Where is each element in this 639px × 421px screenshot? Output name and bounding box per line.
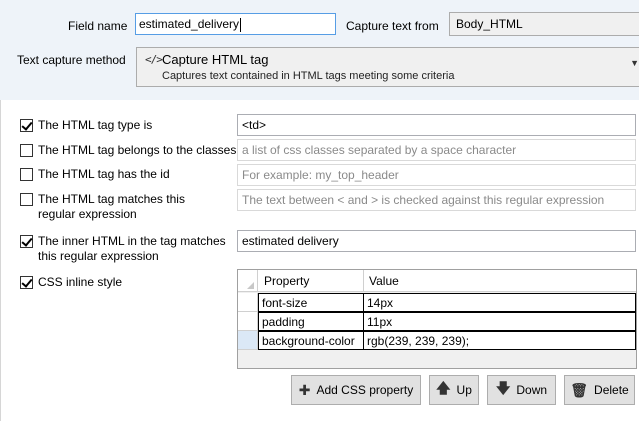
add-css-property-button[interactable]: ✚ Add CSS property <box>291 375 421 405</box>
delete-button[interactable]: 🗑 Delete <box>564 375 635 405</box>
inner-html-input[interactable]: estimated delivery <box>237 230 636 252</box>
up-button[interactable]: 🡅 Up <box>429 375 479 405</box>
css-properties-grid[interactable]: Property Value font-size 14px padding 11… <box>237 269 637 369</box>
tag-type-input[interactable]: <td> <box>237 114 636 136</box>
criterion-css-style[interactable]: CSS inline style <box>20 275 122 290</box>
id-input[interactable]: For example: my_top_header <box>237 164 636 186</box>
tag-regex-label: The HTML tag matches this regular express… <box>38 192 185 221</box>
left-divider <box>0 100 1 421</box>
capture-method-select[interactable]: </> Capture HTML tag Captures text conta… <box>136 47 639 87</box>
method-subtitle: Captures text contained in HTML tags mee… <box>162 70 455 82</box>
field-name-label: Field name <box>68 19 128 33</box>
criterion-inner-html[interactable]: The inner HTML in the tag matches this re… <box>20 234 226 264</box>
css-style-checkbox[interactable] <box>20 276 33 289</box>
row-header[interactable] <box>238 293 258 312</box>
chevron-down-icon: ▼ <box>630 58 639 68</box>
css-style-label: CSS inline style <box>38 275 123 289</box>
table-row[interactable]: padding 11px <box>238 312 636 331</box>
value-cell[interactable]: 14px <box>363 293 636 312</box>
tag-type-label: The HTML tag type is <box>38 118 153 132</box>
tag-type-checkbox[interactable] <box>20 119 33 132</box>
inner-html-label: The inner HTML in the tag matches this re… <box>38 234 226 263</box>
value-cell[interactable]: 11px <box>363 312 636 331</box>
arrow-up-icon: 🡅 <box>436 380 451 396</box>
text-caret <box>240 17 242 32</box>
criterion-id[interactable]: The HTML tag has the id <box>20 167 170 182</box>
property-cell[interactable]: font-size <box>258 293 364 312</box>
tag-regex-input[interactable]: The text between < and > is checked agai… <box>237 189 636 211</box>
value-column-header[interactable]: Value <box>364 270 636 292</box>
id-checkbox[interactable] <box>20 168 33 181</box>
classes-input[interactable]: a list of css classes separated by a spa… <box>237 139 636 161</box>
table-row[interactable]: background-color rgb(239, 239, 239); <box>238 331 636 350</box>
inner-html-checkbox[interactable] <box>20 235 33 248</box>
method-title: Capture HTML tag <box>162 52 269 67</box>
down-button[interactable]: 🡇 Down <box>487 375 556 405</box>
trash-icon: 🗑 <box>570 381 589 398</box>
arrow-down-icon: 🡇 <box>495 380 511 396</box>
id-label: The HTML tag has the id <box>38 167 170 181</box>
criterion-tag-type[interactable]: The HTML tag type is <box>20 118 152 133</box>
row-header[interactable] <box>238 312 258 331</box>
table-row[interactable]: font-size 14px <box>238 293 636 312</box>
criterion-tag-regex[interactable]: The HTML tag matches this regular express… <box>20 192 185 222</box>
property-cell[interactable]: background-color <box>258 331 364 350</box>
property-column-header[interactable]: Property <box>259 270 364 292</box>
value-cell[interactable]: rgb(239, 239, 239); <box>363 331 636 350</box>
capture-from-select[interactable]: Body_HTML <box>449 12 639 36</box>
classes-checkbox[interactable] <box>20 144 33 157</box>
grid-header: Property Value <box>238 270 636 292</box>
row-header[interactable] <box>238 331 258 350</box>
field-name-input[interactable]: estimated_delivery <box>135 13 336 35</box>
plus-icon: ✚ <box>298 381 311 398</box>
criterion-classes[interactable]: The HTML tag belongs to the classes <box>20 143 236 158</box>
method-label: Text capture method <box>17 53 126 67</box>
classes-label: The HTML tag belongs to the classes <box>38 143 237 157</box>
code-icon: </> <box>145 53 163 66</box>
grid-corner[interactable] <box>238 270 258 292</box>
property-cell[interactable]: padding <box>258 312 364 331</box>
tag-regex-checkbox[interactable] <box>20 193 33 206</box>
capture-from-label: Capture text from <box>346 19 439 33</box>
